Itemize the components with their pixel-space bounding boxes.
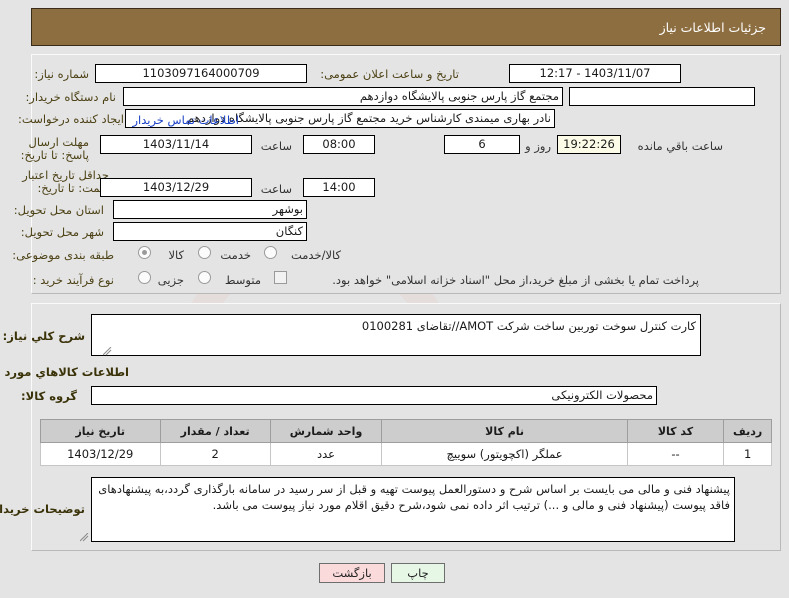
- creator-label: ایجاد کننده درخواست:: [18, 112, 124, 126]
- province-label: استان محل تحویل:: [13, 203, 104, 217]
- buyer-org-label: نام دستگاه خریدار:: [25, 90, 116, 104]
- need-details-page: rfatender.net جزئیات اطلاعات نیاز شماره …: [0, 0, 789, 598]
- remaining-days-value: 6: [444, 135, 520, 154]
- city-value[interactable]: کنگان: [113, 222, 307, 241]
- cell-qty: 2: [159, 442, 271, 466]
- remaining-days-label: روز و: [525, 139, 551, 153]
- page-header: جزئیات اطلاعات نیاز: [31, 8, 781, 46]
- category-radio-1[interactable]: [198, 246, 211, 259]
- cell-name: عملگر (اکچویتور) سوییچ: [381, 442, 628, 466]
- goods-table-wrapper: ردیف کد کالا نام کالا واحد شمارش تعداد /…: [40, 419, 772, 466]
- buyer-org-value[interactable]: مجتمع گاز پارس جنوبی پالایشگاه دوازدهم: [123, 87, 563, 106]
- deadline-hour-value[interactable]: 08:00: [303, 135, 375, 154]
- announce-datetime-label: تاریخ و ساعت اعلان عمومی:: [320, 67, 459, 81]
- price-validity-date-value[interactable]: 1403/12/29: [100, 178, 252, 197]
- category-option-0-label: کالا: [168, 248, 184, 262]
- table-header-qty: تعداد / مقدار: [159, 419, 271, 443]
- price-validity-label: حداقل تاریخ اعتبار قیمت: تا تاریخ:: [22, 168, 109, 195]
- process-radio-0[interactable]: [138, 271, 151, 284]
- process-label: نوع فرآیند خرید :: [32, 273, 114, 287]
- back-button[interactable]: بازگشت: [319, 563, 385, 583]
- category-radio-2[interactable]: [264, 246, 277, 259]
- treasury-checkbox[interactable]: [274, 271, 287, 284]
- cell-unit: عدد: [269, 442, 383, 466]
- process-option-1-label: متوسط: [224, 273, 261, 287]
- price-validity-hour-value[interactable]: 14:00: [303, 178, 375, 197]
- deadline-date-value[interactable]: 1403/11/14: [100, 135, 252, 154]
- table-header-unit: واحد شمارش: [269, 419, 383, 443]
- city-label: شهر محل تحویل:: [20, 225, 104, 239]
- remaining-suffix-label: ساعت باقي مانده: [637, 139, 723, 153]
- goods-group-label: گروه کالا:: [21, 389, 77, 403]
- category-label: طبقه بندی موضوعی:: [12, 248, 114, 262]
- table-header-code: کد کالا: [626, 419, 725, 443]
- cell-date: 1403/12/29: [40, 442, 161, 466]
- table-header-row: ردیف کد کالا نام کالا واحد شمارش تعداد /…: [40, 419, 772, 443]
- description-textarea[interactable]: کارت کنترل سوخت توربین ساخت شرکت AMOT//ت…: [91, 314, 701, 356]
- buyer-notes-textarea[interactable]: پیشنهاد فنی و مالی می بایست بر اساس شرح …: [91, 477, 735, 542]
- announce-datetime-value[interactable]: 1403/11/07 - 12:17: [509, 64, 681, 83]
- goods-table: ردیف کد کالا نام کالا واحد شمارش تعداد /…: [40, 419, 772, 466]
- province-value[interactable]: بوشهر: [113, 200, 307, 219]
- cell-radif: 1: [723, 442, 772, 466]
- process-option-0-label: جزیی: [157, 273, 184, 287]
- table-header-radif: ردیف: [723, 419, 772, 443]
- table-header-name: نام کالا: [381, 419, 628, 443]
- goods-section-title: اطلاعات کالاهاي مورد نیاز: [0, 365, 129, 379]
- remaining-clock-value: 19:22:26: [557, 135, 621, 154]
- need-number-label: شماره نیاز:: [34, 67, 89, 81]
- buyer-contact-link[interactable]: اطلاعات تماس خریدار: [132, 113, 239, 127]
- description-label: شرح كلي نیاز:: [2, 329, 85, 343]
- table-header-date: تاریخ نیاز: [40, 419, 161, 443]
- page-title: جزئیات اطلاعات نیاز: [659, 19, 766, 35]
- table-row: 1 -- عملگر (اکچویتور) سوییچ عدد 2 1403/1…: [40, 442, 772, 466]
- deadline-label: مهلت ارسال پاسخ: تا تاریخ:: [20, 135, 89, 162]
- category-option-1-label: خدمت: [220, 248, 251, 262]
- category-option-2-label: کالا/خدمت: [290, 248, 341, 262]
- need-number-value[interactable]: 1103097164000709: [95, 64, 307, 83]
- price-validity-hour-label: ساعت: [260, 182, 292, 196]
- process-radio-1[interactable]: [198, 271, 211, 284]
- buyer-notes-label: توضیحات خریدار:: [0, 502, 85, 516]
- buyer-org-extra-value[interactable]: [569, 87, 755, 106]
- deadline-hour-label: ساعت: [260, 139, 292, 153]
- category-radio-0[interactable]: [138, 246, 151, 259]
- cell-code: --: [626, 442, 725, 466]
- print-button[interactable]: چاپ: [391, 563, 445, 583]
- goods-group-value[interactable]: محصولات الکترونیکی: [91, 386, 657, 405]
- treasury-checkbox-label: پرداخت تمام یا بخشی از مبلغ خرید،از محل …: [332, 273, 699, 287]
